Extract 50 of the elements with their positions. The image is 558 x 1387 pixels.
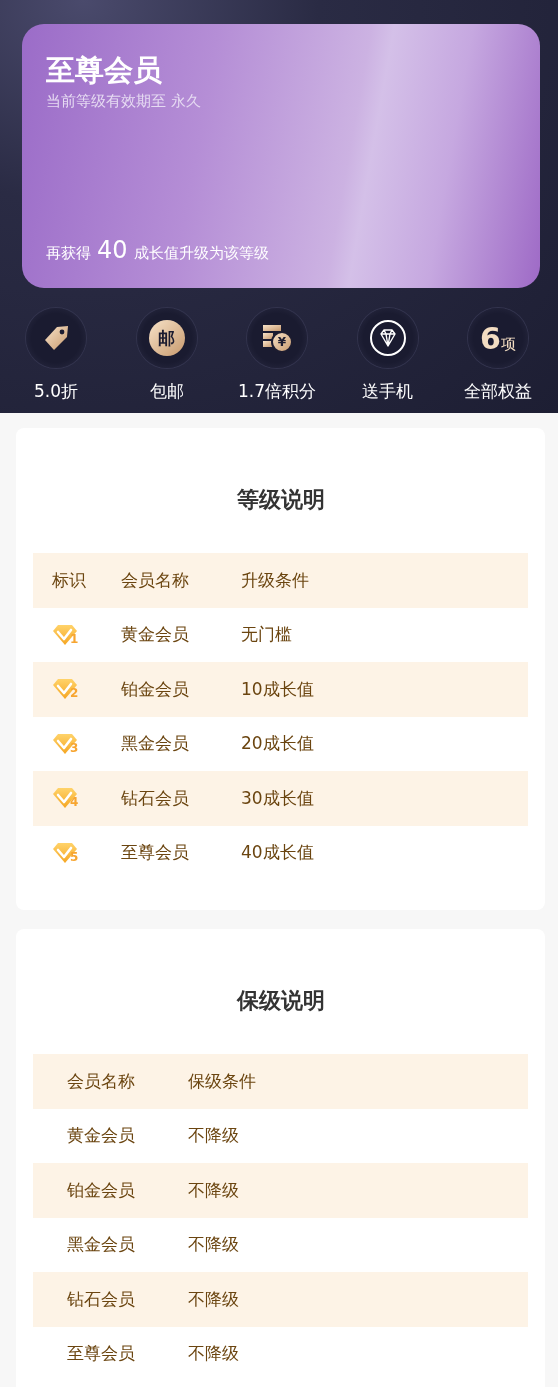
- column-header: 标识: [51, 568, 87, 592]
- table-cell: 不降级: [188, 1233, 239, 1257]
- level-number: 5: [70, 849, 79, 864]
- benefit-label[interactable]: 全部权益: [464, 380, 532, 403]
- benefit-label[interactable]: 送手机: [362, 380, 413, 403]
- table-cell-text: 铂金会员: [66, 1178, 136, 1202]
- level-number: 2: [70, 686, 79, 701]
- benefit-label[interactable]: 1.7倍积分: [237, 380, 316, 403]
- level-number: 1: [70, 631, 79, 646]
- section-title: 等级说明: [235, 486, 326, 514]
- level-title: 至尊会员: [46, 52, 163, 88]
- upgrade-text: 成长值升级为该等级: [133, 244, 269, 263]
- table-cell: 不降级: [188, 1124, 239, 1148]
- table-cell-text: 黑金会员: [66, 1233, 136, 1257]
- column-header: 会员名称: [66, 1069, 136, 1093]
- column-header: 会员名称: [121, 568, 190, 592]
- diamond-badge-icon: [52, 732, 78, 755]
- benefit-label[interactable]: 5.0折: [33, 380, 78, 403]
- benefit-label[interactable]: 包邮: [149, 380, 184, 403]
- diamond-badge-icon: [52, 841, 78, 864]
- table-cell: 不降级: [188, 1342, 239, 1366]
- table-cell-text: 钻石会员: [121, 786, 190, 810]
- table-cell: 10成长值: [241, 677, 314, 701]
- diamond-badge-icon: [52, 678, 78, 701]
- table-cell: 20成长值: [241, 732, 314, 756]
- table-cell-text: 钻石会员: [66, 1287, 136, 1311]
- table-cell: 不降级: [188, 1178, 239, 1202]
- level-number: 3: [70, 740, 79, 755]
- column-header: 升级条件: [241, 568, 309, 592]
- benefit-count: 6: [480, 320, 501, 356]
- table-cell-text: 黑金会员: [121, 732, 190, 756]
- table-cell: 不降级: [188, 1287, 239, 1311]
- post-icon: 邮: [148, 320, 185, 356]
- diamond-badge-icon: [52, 787, 78, 810]
- table-cell: 30成长值: [241, 786, 314, 810]
- column-header: 保级条件: [188, 1069, 256, 1093]
- count-unit: 项: [500, 334, 516, 354]
- diamond-badge-icon: [52, 623, 78, 646]
- table-cell-text: 黄金会员: [121, 623, 190, 647]
- table-cell-text: 至尊会员: [66, 1342, 136, 1366]
- growth-value: 40: [97, 236, 128, 264]
- table-cell-text: 铂金会员: [121, 677, 190, 701]
- table-cell-text: 至尊会员: [121, 841, 190, 865]
- table-cell-text: 黄金会员: [66, 1124, 136, 1148]
- table-cell: 无门槛: [241, 623, 292, 647]
- upgrade-text: 再获得: [46, 244, 91, 263]
- table-cell: 40成长值: [241, 841, 314, 865]
- section-title: 保级说明: [235, 987, 326, 1015]
- level-number: 4: [70, 795, 79, 810]
- validity-text: 当前等级有效期至 永久: [46, 92, 202, 111]
